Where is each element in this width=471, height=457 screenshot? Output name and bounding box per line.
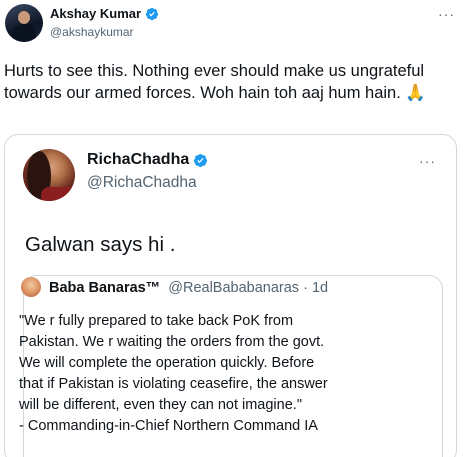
- nested-author-line[interactable]: Baba Banaras™ @RealBababanaras · 1d: [49, 280, 328, 296]
- nested-author-display-name[interactable]: Baba Banaras™: [49, 280, 160, 296]
- author-handle[interactable]: @akshaykumar: [50, 25, 134, 39]
- verified-badge-icon: [145, 7, 159, 20]
- quoted-author-handle[interactable]: @RichaChadha: [87, 174, 197, 192]
- more-options-icon[interactable]: ···: [419, 153, 436, 169]
- author-name-line[interactable]: Akshay Kumar: [50, 6, 159, 21]
- verified-badge-icon: [194, 153, 208, 167]
- avatar[interactable]: [21, 277, 41, 297]
- tweet-text: Hurts to see this. Nothing ever should m…: [4, 62, 426, 102]
- quoted-author-display-name[interactable]: RichaChadha: [87, 151, 189, 169]
- author-display-name[interactable]: Akshay Kumar: [50, 6, 141, 21]
- nested-tweet-line: "We r fully prepared to take back PoK fr…: [19, 313, 294, 329]
- nested-tweet-line: will be different, even they can not ima…: [19, 397, 302, 413]
- avatar[interactable]: [5, 4, 43, 42]
- more-options-icon[interactable]: ···: [438, 6, 455, 22]
- nested-tweet-line: Pakistan. We r waiting the orders from t…: [19, 334, 325, 350]
- avatar[interactable]: [23, 149, 75, 201]
- nested-author-handle-time[interactable]: @RealBababanaras · 1d: [168, 280, 328, 296]
- nested-tweet-line: that if Pakistan is violating ceasefire,…: [19, 376, 328, 392]
- quoted-tweet-text: Galwan says hi .: [25, 233, 176, 256]
- nested-tweet-line: - Commanding-in-Chief Northern Command I…: [19, 418, 318, 434]
- quoted-author-name-line[interactable]: RichaChadha: [87, 151, 208, 169]
- quoted-tweet-card[interactable]: RichaChadha @RichaChadha ··· Galwan says…: [4, 134, 457, 457]
- tweet-header: Akshay Kumar @akshaykumar ···: [0, 0, 471, 50]
- nested-tweet-text: "We r fully prepared to take back PoK fr…: [19, 311, 439, 437]
- nested-tweet-line: We will complete the operation quickly. …: [19, 355, 315, 371]
